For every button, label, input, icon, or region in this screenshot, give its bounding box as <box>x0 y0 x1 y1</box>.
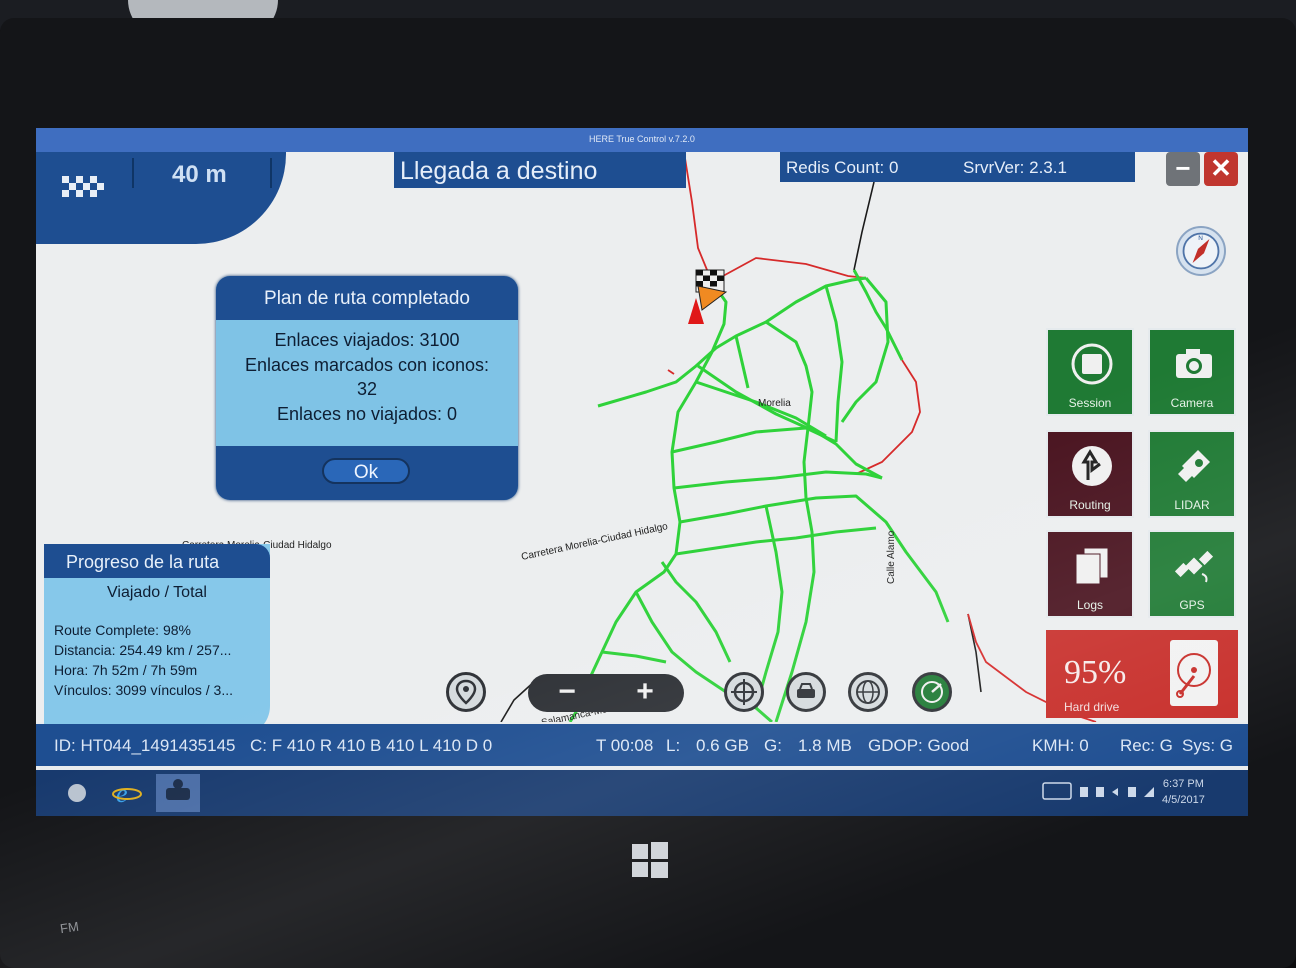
clock-date: 4/5/2017 <box>1162 794 1205 806</box>
ok-button[interactable]: Ok <box>322 458 410 484</box>
system-tray-icons[interactable] <box>1078 784 1158 800</box>
true-control-taskbar-button[interactable] <box>156 774 200 812</box>
zoom-control: − + <box>528 674 684 712</box>
gps-size-value: 1.8 MB <box>798 736 852 755</box>
street-label: Calle Alamo <box>886 530 897 584</box>
lidar-icon <box>1178 450 1210 482</box>
server-info-bar: Redis Count: 0 SrvrVer: 2.3.1 <box>780 152 1135 182</box>
svg-text:e: e <box>116 779 128 808</box>
dialog-title: Plan de ruta completado <box>216 276 518 320</box>
gps-label: GPS <box>1179 598 1205 612</box>
maneuver-distance: 40 m <box>172 161 227 188</box>
internet-explorer-icon[interactable]: e <box>112 778 142 808</box>
windows-taskbar: e 6:37 PM 4/5/2017 <box>36 770 1248 816</box>
links-marked-label: Enlaces marcados con iconos: <box>244 354 490 375</box>
green-route-lines <box>568 269 950 722</box>
location-pin-icon[interactable] <box>446 672 486 712</box>
time-text: Hora: 7h 52m / 7h 59m <box>54 662 198 678</box>
vehicle-app-icon <box>166 779 190 800</box>
road-lines <box>500 181 982 722</box>
crosshair-icon[interactable] <box>724 672 764 712</box>
zoom-in-button[interactable]: + <box>606 674 684 712</box>
routing-button[interactable]: Routing <box>1046 430 1134 518</box>
logs-label: Logs <box>1076 598 1104 612</box>
app-shortcut-icon[interactable] <box>62 778 92 808</box>
maneuver-instruction: Llegada a destino <box>394 152 686 188</box>
lidar-button[interactable]: LIDAR <box>1148 430 1236 518</box>
window-controls: − ✕ <box>1166 152 1240 186</box>
session-id: ID: HT044_1491435145 <box>54 736 236 755</box>
sys-status: Sys: G <box>1182 736 1234 755</box>
fm-button-label: FM <box>59 918 80 937</box>
hard-drive-label: Hard drive <box>1064 700 1120 714</box>
routing-icon <box>1072 446 1112 486</box>
gps-size-label: G: <box>764 736 782 755</box>
dialog-body: Enlaces viajados: 3100 Enlaces marcados … <box>216 328 518 426</box>
keyboard-icon[interactable] <box>1042 780 1072 802</box>
taskbar-clock[interactable]: 6:37 PM 4/5/2017 <box>1162 776 1205 808</box>
lidar-size-label: L: <box>666 736 681 755</box>
links-text: Vínculos: 3099 vínculos / 3... <box>54 682 233 698</box>
camera-icon <box>1176 349 1212 378</box>
links-traveled-text: Enlaces viajados: 3100 <box>274 330 460 350</box>
route-complete-text: Route Complete: 98% <box>54 622 191 638</box>
lidar-label: LIDAR <box>1174 498 1210 512</box>
road-label-main: Carretera Morelia-Ciudad Hidalgo <box>520 521 669 563</box>
gps-satellite-icon <box>1174 550 1214 583</box>
logs-icon <box>1075 547 1109 585</box>
redis-count: Redis Count: 0 <box>786 158 899 177</box>
speed-kmh: KMH: 0 <box>1032 736 1089 755</box>
gps-lock-icon[interactable] <box>912 672 952 712</box>
route-progress-panel: Progreso de la ruta Viajado / Total Rout… <box>44 544 270 736</box>
stop-icon <box>1071 343 1113 385</box>
routing-label: Routing <box>1069 498 1111 512</box>
close-button[interactable]: ✕ <box>1204 152 1238 186</box>
elapsed-time: T 00:08 <box>596 736 654 755</box>
city-label: Morelia <box>758 398 791 409</box>
globe-icon[interactable] <box>848 672 888 712</box>
clock-time: 6:37 PM <box>1162 778 1204 790</box>
progress-title: Progreso de la ruta <box>44 544 270 578</box>
rec-status: Rec: G <box>1120 736 1173 755</box>
checkered-flag-icon <box>62 172 104 200</box>
route-complete-dialog: Plan de ruta completado Enlaces viajados… <box>216 276 518 500</box>
session-button[interactable]: Session <box>1046 328 1134 416</box>
compass-icon[interactable]: N <box>1176 226 1226 276</box>
links-marked-value: 32 <box>356 379 378 399</box>
status-bar: ID: HT044_1491435145 C: F 410 R 410 B 41… <box>36 724 1248 766</box>
window-title: HERE True Control v.7.2.0 <box>36 128 1248 152</box>
distance-text: Distancia: 254.49 km / 257... <box>54 642 232 658</box>
camera-button[interactable]: Camera <box>1148 328 1236 416</box>
dialog-footer: Ok <box>216 446 518 500</box>
session-label: Session <box>1068 396 1112 410</box>
server-version: SrvrVer: 2.3.1 <box>963 158 1067 177</box>
gps-button[interactable]: GPS <box>1148 530 1236 618</box>
hard-drive-icon <box>1170 640 1218 706</box>
car-follow-icon[interactable] <box>786 672 826 712</box>
camera-counters: C: F 410 R 410 B 410 L 410 D 0 <box>250 736 493 755</box>
logs-button[interactable]: Logs <box>1046 530 1134 618</box>
zoom-out-button[interactable]: − <box>528 674 606 712</box>
separator <box>270 158 272 188</box>
hard-drive-percent: 95% <box>1064 654 1127 691</box>
svg-text:N: N <box>1198 235 1203 242</box>
camera-label: Camera <box>1170 396 1214 410</box>
hard-drive-status[interactable]: 95% Hard drive <box>1046 630 1238 718</box>
app-screen: HERE True Control v.7.2.0 Morelia Carret… <box>36 128 1248 816</box>
destination-flag-icon <box>695 269 728 311</box>
minimize-button[interactable]: − <box>1166 152 1200 186</box>
windows-logo-icon[interactable] <box>632 842 668 878</box>
progress-subtitle: Viajado / Total <box>107 584 207 601</box>
lidar-size-value: 0.6 GB <box>696 736 749 755</box>
separator <box>132 158 134 188</box>
gdop-status: GDOP: Good <box>868 736 970 755</box>
links-not-traveled-text: Enlaces no viajados: 0 <box>276 403 458 424</box>
